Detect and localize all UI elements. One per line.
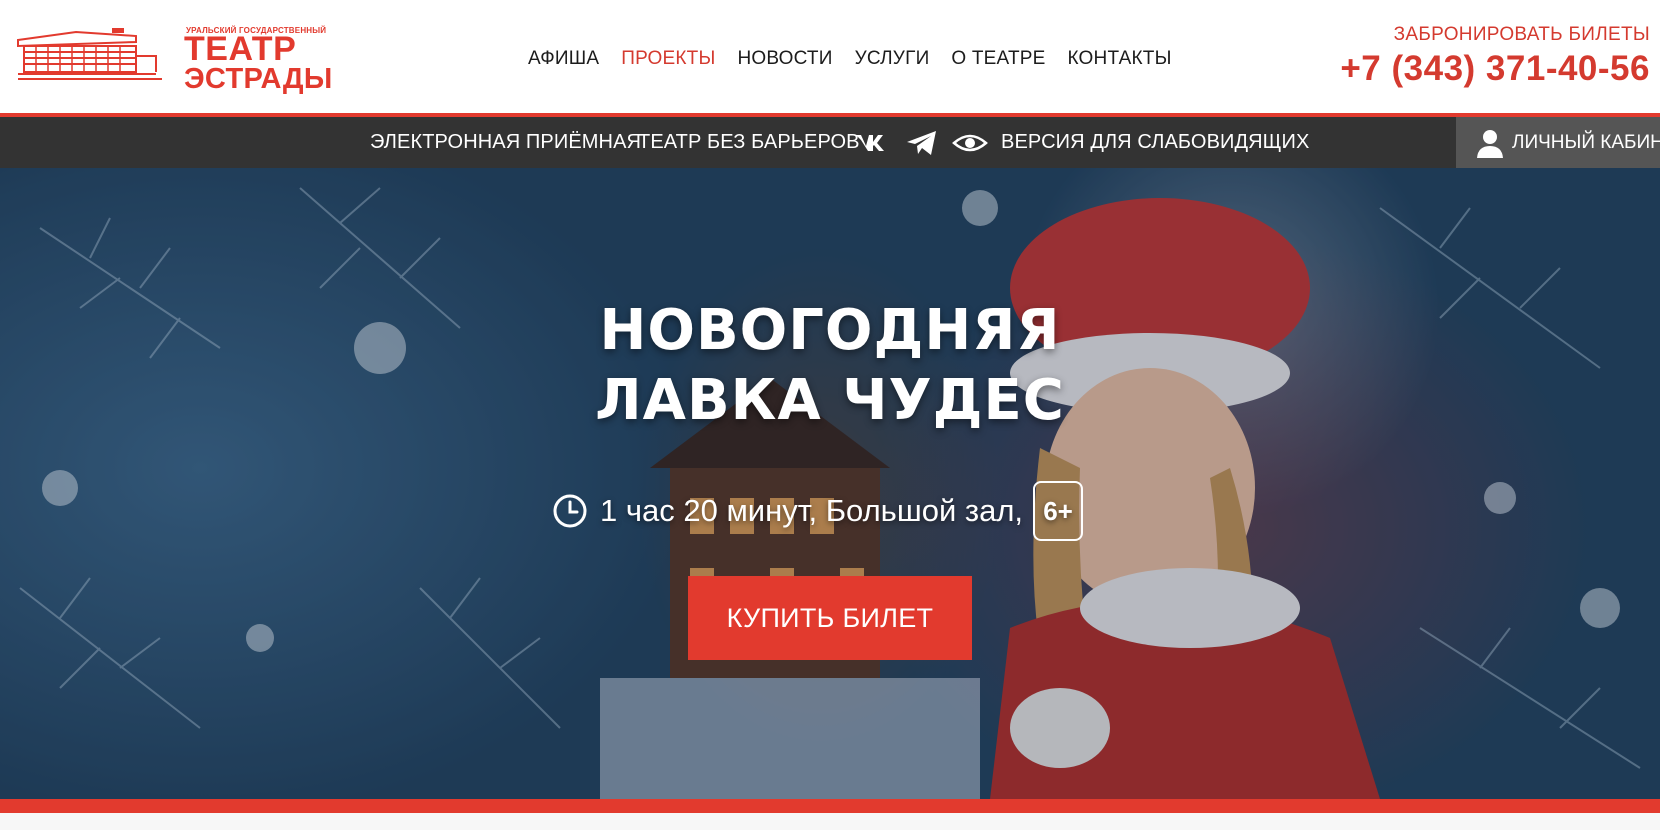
age-rating-badge: 6+ [1033, 481, 1084, 541]
telegram-icon[interactable] [904, 130, 944, 156]
nav-item-projects[interactable]: ПРОЕКТЫ [621, 44, 715, 74]
clock-icon [553, 494, 587, 528]
nav-item-afisha[interactable]: АФИША [528, 44, 599, 74]
show-title-line1: НОВОГОДНЯЯ [599, 298, 1061, 363]
booking-phone[interactable]: +7 (343) 371-40-56 [1340, 48, 1650, 90]
site-header: УРАЛЬСКИЙ ГОСУДАРСТВЕННЫЙ ТЕАТР ЭСТРАДЫ … [0, 0, 1660, 113]
secondary-bar: ЭЛЕКТРОННАЯ ПРИЁМНАЯ ТЕАТР БЕЗ БАРЬЕРОВ … [0, 117, 1660, 168]
user-icon [1477, 130, 1503, 158]
nav-item-about[interactable]: О ТЕАТРЕ [951, 44, 1045, 74]
hero-banner: НОВОГОДНЯЯ ЛАВКА ЧУДЕС 1 час 20 минут, Б… [0, 168, 1660, 799]
reception-link[interactable]: ЭЛЕКТРОННАЯ ПРИЁМНАЯ [370, 117, 641, 168]
barrier-free-link[interactable]: ТЕАТР БЕЗ БАРЬЕРОВ [638, 117, 860, 168]
eye-icon[interactable] [952, 130, 992, 156]
booking-block: ЗАБРОНИРОВАТЬ БИЛЕТЫ +7 (343) 371-40-56 [1340, 22, 1650, 90]
vk-icon-glyph [856, 135, 884, 151]
nav-item-services[interactable]: УСЛУГИ [855, 44, 930, 74]
nav-item-contacts[interactable]: КОНТАКТЫ [1068, 44, 1172, 74]
page-content-start [0, 813, 1660, 830]
theatre-logo[interactable]: УРАЛЬСКИЙ ГОСУДАРСТВЕННЫЙ ТЕАТР ЭСТРАДЫ [16, 22, 332, 94]
theatre-building-icon [17, 28, 162, 80]
hero-overlay [0, 168, 1660, 799]
personal-account-button[interactable]: ЛИЧНЫЙ КАБИНЕТ [1456, 117, 1660, 168]
booking-link[interactable]: ЗАБРОНИРОВАТЬ БИЛЕТЫ [1340, 22, 1650, 48]
logo-title-line2: ЭСТРАДЫ [184, 63, 333, 95]
telegram-icon-glyph [907, 131, 936, 155]
logo-title-line1: ТЕАТР [184, 30, 297, 68]
show-details: 1 час 20 минут, Большой зал, [600, 493, 1024, 528]
buy-ticket-button[interactable]: КУПИТЬ БИЛЕТ [688, 576, 972, 660]
eye-icon-glyph [952, 134, 988, 152]
low-vision-link[interactable]: ВЕРСИЯ ДЛЯ СЛАБОВИДЯЩИХ [1001, 117, 1309, 168]
show-title: НОВОГОДНЯЯ ЛАВКА ЧУДЕС [0, 296, 1660, 436]
show-info: 1 час 20 минут, Большой зал, 6+ [552, 481, 1084, 541]
personal-account-label: ЛИЧНЫЙ КАБИНЕТ [1512, 132, 1660, 153]
show-title-line2: ЛАВКА ЧУДЕС [595, 368, 1065, 433]
main-navigation: АФИША ПРОЕКТЫ НОВОСТИ УСЛУГИ О ТЕАТРЕ КО… [528, 44, 1194, 74]
hero-bottom-divider [0, 799, 1660, 813]
vk-icon[interactable] [854, 130, 894, 156]
nav-item-news[interactable]: НОВОСТИ [738, 44, 833, 74]
